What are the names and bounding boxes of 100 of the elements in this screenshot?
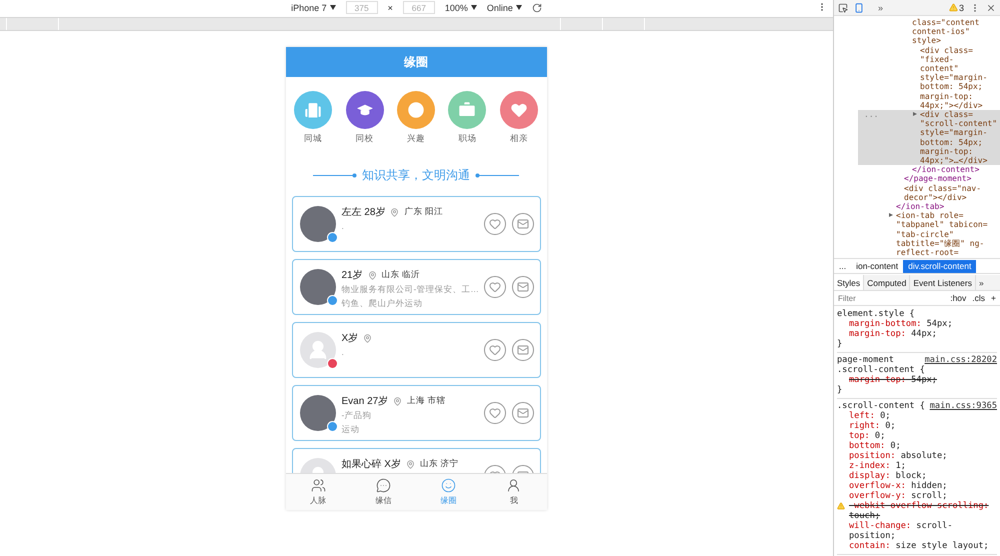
times-sign: ×: [388, 2, 393, 12]
css-property: left: 0;: [848, 411, 892, 421]
expand-arrow-icon[interactable]: [913, 112, 917, 116]
user-name: Evan 27岁: [342, 394, 388, 408]
expand-arrow-icon[interactable]: [889, 213, 893, 218]
dom-node[interactable]: <ion-tab role= "tabpanel" tabicon= "tab-circle" tabtitle="缘圈" ng- reflect-root=: [834, 211, 1000, 258]
heart-icon: [488, 218, 500, 230]
category-button[interactable]: [294, 91, 332, 129]
filter-field[interactable]: Filter: [838, 294, 944, 302]
breadcrumb[interactable]: ...: [834, 260, 852, 272]
heart-icon: [488, 344, 500, 356]
like-button[interactable]: [484, 213, 506, 235]
category-label: 兴趣: [406, 133, 425, 145]
device-toggle-icon[interactable]: [854, 2, 864, 12]
slogan: 知识共享，文明沟通: [362, 167, 470, 184]
message-button[interactable]: [512, 402, 534, 424]
bottom-tab[interactable]: 我: [481, 474, 546, 510]
hover-state-button[interactable]: :hov: [950, 293, 966, 303]
profile-detail: 运动: [342, 424, 360, 436]
close-icon[interactable]: [986, 2, 996, 12]
like-button[interactable]: [484, 339, 506, 361]
category-button[interactable]: [396, 91, 435, 129]
css-selector: .scroll-content {: [837, 365, 925, 375]
category-label: 同城: [304, 133, 322, 145]
like-button[interactable]: [484, 276, 506, 298]
bottom-tab[interactable]: 人脉: [286, 474, 351, 510]
profile-card[interactable]: 21岁 山东 临沂 物业服务有限公司-管理保安、工… 钓鱼、爬山户外运动: [292, 259, 540, 315]
person-icon: [506, 478, 522, 493]
dom-node[interactable]: <div class= "fixed- content" style="margin- bottom: 54px; margin-top: 44px;"></div>: [858, 46, 1000, 110]
css-property: -webkit-overflow-scrolling: touch;: [837, 501, 997, 521]
profile-card[interactable]: X岁 .: [292, 322, 540, 378]
decor-line-icon: [475, 173, 519, 178]
dom-node[interactable]: class="content content-ios" style>: [850, 18, 1000, 46]
more-tabs-button[interactable]: »: [976, 278, 987, 288]
css-property: margin-bottom: 54px;: [848, 319, 954, 329]
source-link[interactable]: main.css:28202: [924, 355, 997, 365]
css-property: display: block;: [848, 471, 928, 481]
people-icon: [310, 478, 326, 493]
category-label: 相亲: [510, 133, 528, 145]
css-selector: page-moment: [837, 355, 894, 365]
rule-brace: }: [837, 385, 842, 395]
message-button[interactable]: [512, 339, 534, 361]
dom-closing-tag: </page-moment>: [842, 174, 1000, 184]
rule-brace: }: [837, 339, 842, 349]
user-name: 如果心碎 X岁: [342, 458, 401, 471]
css-property: contain: size style layout;: [848, 541, 990, 551]
category-button[interactable]: [500, 91, 538, 129]
profile-detail: .: [342, 347, 345, 357]
styles-tab[interactable]: Event Listeners: [910, 275, 976, 290]
dom-node[interactable]: ... <div class= "scroll-content" style="margin- bottom: 54px; margin-top: 44px;">…</div>: [858, 110, 1000, 166]
chat-bubble-icon: [376, 478, 391, 493]
device-dropdown[interactable]: iPhone 7: [291, 2, 336, 12]
message-button[interactable]: [512, 213, 534, 235]
category-label: 职场: [458, 133, 476, 145]
profile-card[interactable]: 左左 28岁 广东 阳江 .: [292, 196, 540, 252]
rotate-button[interactable]: [532, 2, 542, 12]
profile-detail: 物业服务有限公司-管理保安、工…: [342, 284, 478, 296]
css-property: top: 0;: [848, 431, 886, 441]
breadcrumb[interactable]: ion-content: [851, 260, 904, 272]
warning-count[interactable]: 3: [958, 2, 964, 12]
heart-icon: [488, 281, 500, 293]
breadcrumb[interactable]: div.scroll-content: [903, 260, 976, 272]
ball-icon: [406, 100, 426, 120]
source-link[interactable]: main.css:9365: [930, 401, 997, 411]
profile-card[interactable]: Evan 27岁 上海 市辖 -产品狗 运动: [292, 385, 540, 441]
network-dropdown[interactable]: Online: [486, 2, 522, 12]
styles-tab[interactable]: Computed: [864, 275, 910, 290]
person-icon: [306, 339, 328, 361]
profile-detail: 钓鱼、爬山户外运动: [342, 298, 424, 310]
message-button[interactable]: [512, 276, 534, 298]
envelope-icon: [516, 407, 528, 419]
css-property: margin-top: 54px;: [848, 375, 938, 385]
css-property: bottom: 0;: [848, 441, 901, 451]
category-button[interactable]: [346, 91, 384, 129]
envelope-icon: [516, 218, 528, 230]
more-panels-button[interactable]: »: [878, 2, 884, 12]
styles-tab[interactable]: Styles: [834, 275, 864, 290]
css-property: will-change: scroll-position;: [848, 521, 954, 541]
css-selector: .scroll-content {: [837, 401, 925, 411]
warning-icon: [948, 3, 958, 12]
user-name: X岁: [342, 332, 358, 345]
add-rule-button[interactable]: +: [991, 293, 996, 303]
rotate-icon: [532, 2, 542, 12]
css-property: right: 0;: [848, 421, 897, 431]
location-pin-icon: [368, 270, 377, 280]
css-property: z-index: 1;: [848, 461, 907, 471]
location-pin-icon: [363, 334, 372, 342]
user-location: 广东 阳江: [404, 206, 443, 218]
buildings-icon: [303, 100, 324, 120]
class-button[interactable]: .cls: [972, 293, 986, 303]
zoom-dropdown[interactable]: 100%: [444, 2, 477, 12]
like-button[interactable]: [484, 402, 506, 424]
dom-node[interactable]: <div class="nav- decor"></div>: [842, 184, 1000, 202]
envelope-icon: [516, 281, 528, 293]
location-pin-icon: [390, 208, 400, 216]
location-pin-icon: [393, 396, 402, 406]
inspect-icon[interactable]: [838, 2, 848, 12]
user-location: 山东 临沂: [382, 269, 420, 281]
dom-closing-tag: </ion-tab>: [834, 202, 1000, 212]
bottom-tab[interactable]: 缘信: [350, 474, 416, 510]
